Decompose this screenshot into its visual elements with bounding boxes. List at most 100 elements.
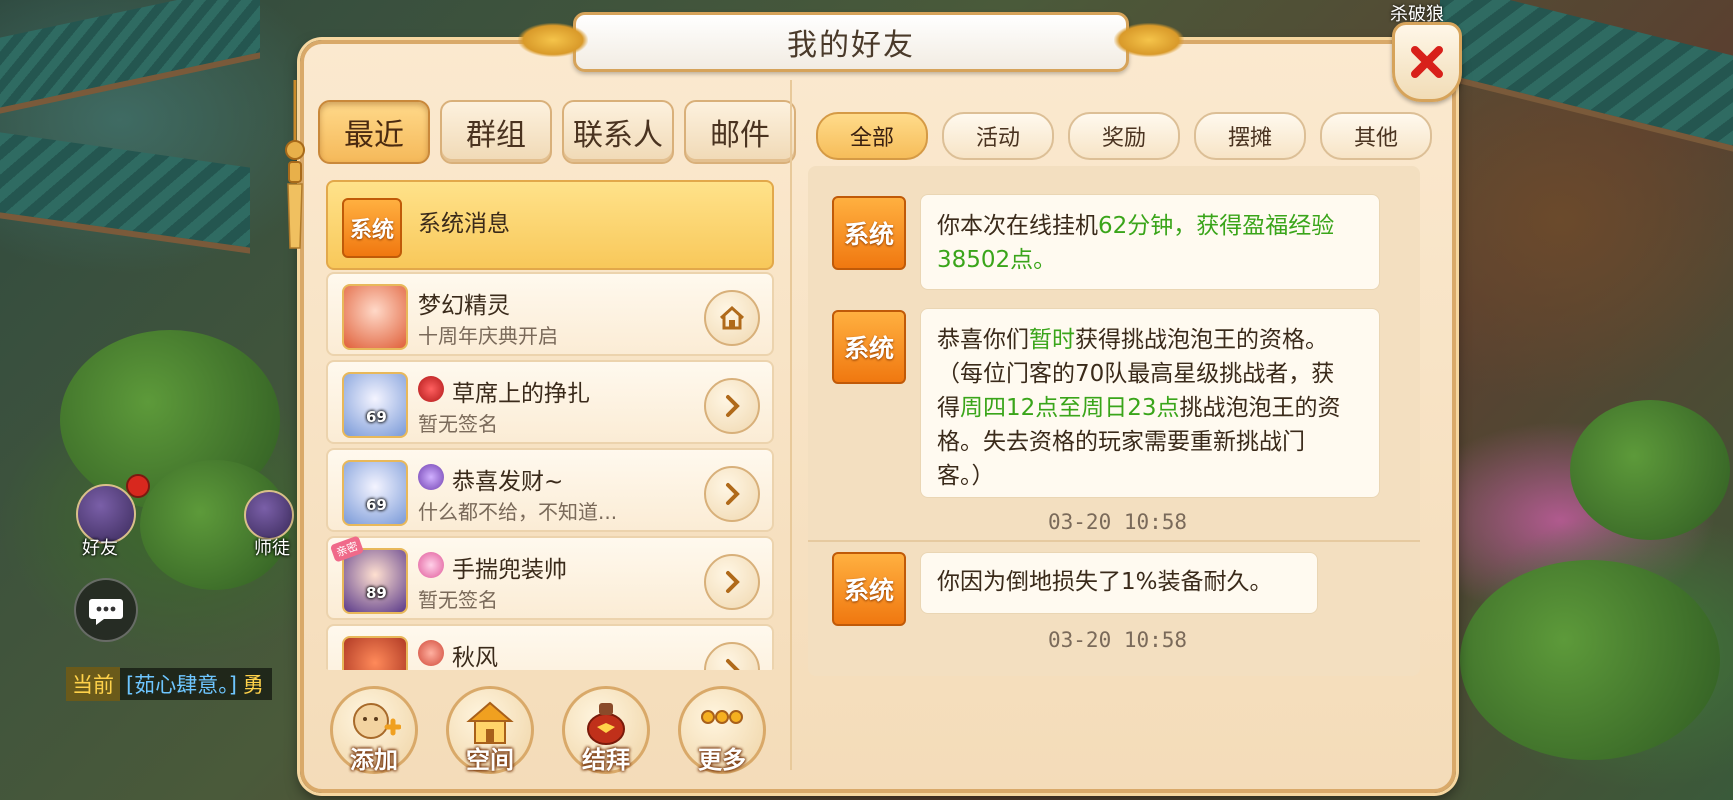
- avatar: [342, 460, 408, 526]
- level-label: 69: [366, 408, 387, 426]
- world-chat-line[interactable]: 当前 [茹心肆意。] 勇: [66, 667, 272, 701]
- add-friend-label: 添加: [350, 746, 398, 774]
- close-icon: [1411, 46, 1443, 78]
- chat-message-text: 勇: [242, 673, 264, 697]
- message-bubble: 恭喜你们暂时获得挑战泡泡王的资格。 （每位门客的70队最高星级挑战者，获 得周四…: [920, 308, 1380, 498]
- chevron-right-icon: [726, 395, 740, 417]
- filter-tab-all[interactable]: 全部: [816, 112, 928, 160]
- chat-sender-name: [茹心肆意。]: [126, 673, 237, 697]
- contact-name: 手揣兜装帅: [452, 557, 567, 583]
- chevron-right-icon: [726, 483, 740, 505]
- add-friend-button[interactable]: 添加: [330, 686, 418, 774]
- home-button[interactable]: [704, 290, 760, 346]
- space-label: 空间: [466, 746, 514, 774]
- roof-decoration: [0, 0, 260, 114]
- tassel-ornament: [285, 80, 305, 249]
- system-sender-badge: 系统: [832, 196, 906, 270]
- home-icon: [719, 305, 745, 330]
- avatar: [342, 636, 408, 670]
- chat-open-button[interactable]: [704, 554, 760, 610]
- notification-dot: [126, 474, 150, 498]
- contact-signature: 暂无签名: [418, 412, 498, 436]
- message-text: 客。）: [937, 463, 995, 489]
- panel-divider: [790, 80, 792, 770]
- message-highlight: 62分钟，获得盈福经验: [1098, 213, 1335, 239]
- filter-tab-other[interactable]: 其他: [1320, 112, 1432, 160]
- system-sender-badge: 系统: [832, 310, 906, 384]
- list-item-contact[interactable]: 秋风: [326, 624, 774, 670]
- filter-tab-activity[interactable]: 活动: [942, 112, 1054, 160]
- more-button[interactable]: 更多: [678, 686, 766, 774]
- level-label: 69: [366, 496, 387, 514]
- contact-name: 秋风: [452, 645, 498, 670]
- chat-open-button[interactable]: [704, 378, 760, 434]
- tree-decoration: [1460, 560, 1720, 760]
- contact-name: 系统消息: [418, 211, 510, 237]
- system-badge: 系统: [342, 198, 402, 258]
- contact-name: 梦幻精灵: [418, 293, 510, 319]
- message-highlight: 38502点。: [937, 247, 1057, 273]
- message-text: 挑战泡泡王的资: [1179, 395, 1341, 421]
- list-item-contact[interactable]: 69 恭喜发财~ 什么都不给，不知道...: [326, 448, 774, 532]
- contact-name: 恭喜发财~: [452, 469, 564, 495]
- avatar: [342, 372, 408, 438]
- space-button[interactable]: 空间: [446, 686, 534, 774]
- filter-tab-stall[interactable]: 摆摊: [1194, 112, 1306, 160]
- system-sender-badge: 系统: [832, 552, 906, 626]
- faction-icon: [418, 552, 444, 578]
- message-bubble: 你本次在线挂机62分钟，获得盈福经验 38502点。: [920, 194, 1380, 290]
- contact-list: 系统 系统消息 梦幻精灵 十周年庆典开启 69 草席上的挣扎 暂无签名 69 恭…: [322, 176, 778, 670]
- avatar: [342, 548, 408, 614]
- chat-button[interactable]: [74, 578, 138, 642]
- chevron-right-icon: [726, 659, 740, 670]
- chat-open-button[interactable]: [704, 466, 760, 522]
- contact-signature: 暂无签名: [418, 588, 498, 612]
- filter-tab-reward[interactable]: 奖励: [1068, 112, 1180, 160]
- faction-icon: [418, 376, 444, 402]
- dialog-title-banner: 我的好友: [518, 12, 1184, 72]
- chevron-right-icon: [726, 571, 740, 593]
- contact-signature: 十周年庆典开启: [418, 324, 558, 348]
- message-text: 你因为倒地损失了1%装备耐久。: [937, 569, 1273, 595]
- chat-bubble-icon: [89, 599, 123, 625]
- message-highlight: 周四12点至周日23点: [960, 395, 1180, 421]
- friend-category-tabs: 最近 群组 联系人 邮件: [318, 100, 796, 164]
- tree-decoration: [1570, 400, 1730, 540]
- friends-hud-label: 好友: [82, 538, 118, 559]
- message-timestamp: 03-20 10:58: [1048, 628, 1188, 652]
- mentor-hud-label: 师徒: [254, 538, 290, 559]
- tab-recent[interactable]: 最近: [318, 100, 430, 164]
- message-bubble: 你因为倒地损失了1%装备耐久。: [920, 552, 1318, 614]
- message-text: 你本次在线挂机: [937, 213, 1098, 239]
- tab-contacts[interactable]: 联系人: [562, 100, 674, 164]
- chat-open-button[interactable]: [704, 642, 760, 670]
- message-highlight: 暂时: [1029, 327, 1075, 353]
- message-filter-tabs: 全部 活动 奖励 摆摊 其他: [816, 112, 1432, 160]
- list-item-system-messages[interactable]: 系统 系统消息: [326, 180, 774, 270]
- tab-mail[interactable]: 邮件: [684, 100, 796, 164]
- avatar: [342, 284, 408, 350]
- message-text: 得: [937, 395, 960, 421]
- mentor-hud-icon[interactable]: [244, 490, 294, 540]
- more-label: 更多: [698, 746, 746, 774]
- roof-decoration: [1440, 0, 1733, 154]
- sworn-brothers-button[interactable]: 结拜: [562, 686, 650, 774]
- list-item-contact[interactable]: 梦幻精灵 十周年庆典开启: [326, 272, 774, 356]
- chat-channel-tag: 当前: [66, 667, 120, 701]
- faction-icon: [418, 464, 444, 490]
- list-item-contact[interactable]: 89 亲密 手揣兜装帅 暂无签名: [326, 535, 774, 620]
- roof-decoration: [0, 132, 250, 254]
- contact-name: 草席上的挣扎: [452, 381, 590, 407]
- message-separator: [808, 540, 1420, 542]
- message-text: （每位门客的70队最高星级挑战者，获: [937, 361, 1335, 387]
- faction-icon: [418, 640, 444, 666]
- contact-signature: 什么都不给，不知道...: [418, 500, 618, 524]
- message-text: 恭喜你们: [937, 327, 1029, 353]
- dialog-title: 我的好友: [787, 28, 915, 63]
- sworn-brothers-label: 结拜: [582, 746, 630, 774]
- list-item-contact[interactable]: 69 草席上的挣扎 暂无签名: [326, 360, 774, 444]
- message-text: 获得挑战泡泡王的资格。: [1075, 327, 1328, 353]
- tab-groups[interactable]: 群组: [440, 100, 552, 164]
- close-button[interactable]: [1392, 22, 1462, 102]
- level-label: 89: [366, 584, 387, 602]
